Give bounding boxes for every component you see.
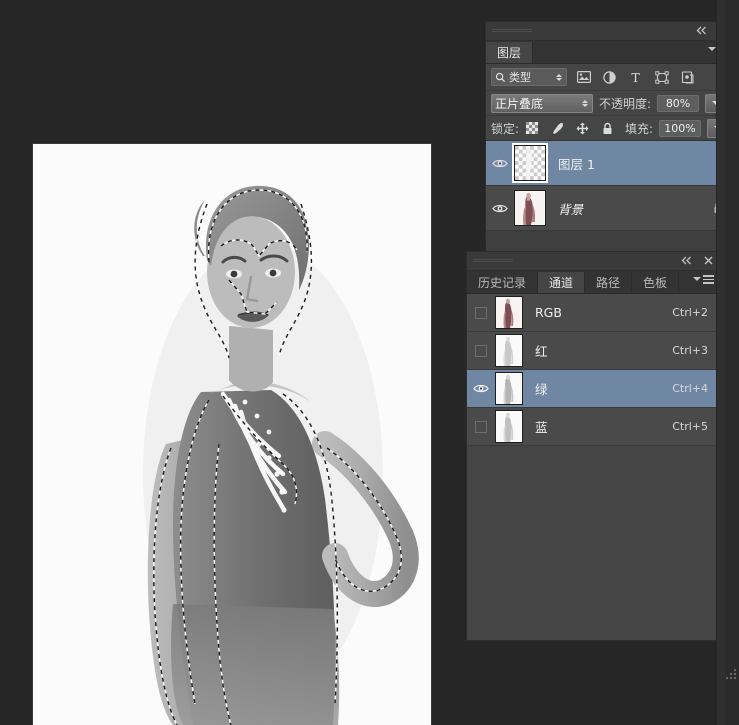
channels-panel-titlebar[interactable] bbox=[467, 252, 719, 271]
adjustment-layer-filter-icon[interactable] bbox=[602, 70, 617, 85]
rgb-composite-thumbnail bbox=[496, 297, 522, 328]
tab-swatches[interactable]: 色板 bbox=[632, 272, 680, 293]
right-dock-rail-inner bbox=[725, 0, 739, 725]
channel-shortcut: Ctrl+5 bbox=[672, 420, 708, 433]
eye-icon bbox=[473, 384, 489, 393]
fill-input[interactable]: 100% bbox=[659, 119, 701, 137]
table-row[interactable]: 图层 1 bbox=[486, 141, 734, 186]
green-channel-thumbnail bbox=[496, 373, 522, 404]
tab-layers[interactable]: 图层 bbox=[486, 42, 534, 63]
lock-image-pixels-icon[interactable] bbox=[550, 121, 564, 135]
layer-filter-type-select[interactable]: 类型 bbox=[491, 68, 567, 86]
checkbox-icon bbox=[475, 306, 487, 319]
layer-list: 图层 1 背景 bbox=[486, 141, 734, 261]
channel-thumbnail[interactable] bbox=[495, 334, 523, 367]
lock-label: 锁定: bbox=[491, 121, 520, 136]
table-row[interactable]: 绿 Ctrl+4 bbox=[467, 370, 719, 408]
channels-panel: 历史记录 通道 路径 色板 RGB Ctrl+2 红 Ctrl+3 绿 Ctrl… bbox=[467, 252, 719, 640]
channel-visibility-toggle[interactable] bbox=[467, 383, 495, 394]
panel-resize-grip[interactable] bbox=[724, 667, 736, 679]
fill-label: 填充: bbox=[624, 121, 653, 136]
channel-name: RGB bbox=[535, 305, 562, 320]
layer-thumbnail[interactable] bbox=[514, 190, 546, 226]
channel-shortcut: Ctrl+4 bbox=[672, 382, 708, 395]
blue-channel-thumbnail bbox=[496, 411, 522, 442]
search-icon bbox=[495, 72, 506, 82]
channel-thumbnail[interactable] bbox=[495, 410, 523, 443]
panel-drag-grip[interactable] bbox=[492, 29, 532, 33]
layer-visibility-toggle[interactable] bbox=[486, 158, 514, 169]
blend-mode-select[interactable]: 正片叠底 bbox=[491, 93, 593, 113]
right-dock-rail bbox=[716, 0, 739, 725]
channel-visibility-toggle[interactable] bbox=[467, 344, 495, 357]
hamburger-icon bbox=[703, 275, 714, 284]
layer-thumbnail[interactable] bbox=[512, 143, 548, 183]
channel-list: RGB Ctrl+2 红 Ctrl+3 绿 Ctrl+4 蓝 Ctrl+5 bbox=[467, 294, 719, 632]
eye-icon bbox=[492, 159, 508, 167]
channel-visibility-toggle[interactable] bbox=[467, 306, 495, 319]
layer-filter-icons: T bbox=[576, 70, 695, 85]
red-channel-thumbnail bbox=[496, 335, 522, 366]
tab-history[interactable]: 历史记录 bbox=[467, 272, 539, 293]
blend-mode-stepper-icon[interactable] bbox=[582, 99, 588, 107]
channel-name: 绿 bbox=[535, 382, 548, 397]
shape-layer-filter-icon[interactable] bbox=[654, 70, 669, 85]
channel-shortcut: Ctrl+3 bbox=[672, 344, 708, 357]
layer-filter-type-label: 类型 bbox=[509, 71, 531, 84]
table-row[interactable]: 背景 bbox=[486, 186, 734, 231]
lock-icon-group bbox=[525, 121, 614, 135]
eye-icon bbox=[492, 204, 508, 212]
close-icon[interactable] bbox=[702, 254, 715, 267]
table-row[interactable]: RGB Ctrl+2 bbox=[467, 294, 719, 332]
layer-name[interactable]: 图层 1 bbox=[558, 154, 734, 173]
blend-mode-value: 正片叠底 bbox=[495, 96, 544, 111]
layers-tabbar: 图层 bbox=[486, 41, 734, 64]
pixel-layer-filter-icon[interactable] bbox=[576, 70, 591, 85]
collapse-icon[interactable] bbox=[695, 24, 708, 37]
opacity-input[interactable]: 80% bbox=[657, 94, 700, 112]
layers-panel: 图层 类型 T 正片叠底 不透明度: 80% 锁定: 填充: 100% 图层 1… bbox=[486, 22, 734, 261]
tab-channels[interactable]: 通道 bbox=[538, 272, 586, 293]
channel-thumbnail[interactable] bbox=[495, 296, 523, 329]
lock-row: 锁定: 填充: 100% bbox=[486, 116, 734, 141]
blend-mode-row: 正片叠底 不透明度: 80% bbox=[486, 91, 734, 116]
panel-drag-grip[interactable] bbox=[473, 259, 513, 263]
photoshop-window: 图层 类型 T 正片叠底 不透明度: 80% 锁定: 填充: 100% 图层 1… bbox=[0, 0, 739, 725]
channel-visibility-toggle[interactable] bbox=[467, 420, 495, 433]
chevron-down-icon bbox=[708, 47, 716, 52]
chevron-down-icon bbox=[693, 277, 701, 282]
channel-shortcut: Ctrl+2 bbox=[672, 306, 708, 319]
type-layer-filter-icon[interactable]: T bbox=[628, 70, 643, 85]
layer-name[interactable]: 背景 bbox=[558, 199, 713, 218]
collapse-icon[interactable] bbox=[680, 254, 693, 267]
lock-all-icon[interactable] bbox=[600, 121, 614, 135]
layer-visibility-toggle[interactable] bbox=[486, 203, 514, 214]
layer-filter-row: 类型 T bbox=[486, 64, 734, 91]
channel-list-empty-area bbox=[467, 446, 719, 632]
channel-name: 蓝 bbox=[535, 420, 548, 435]
smart-object-filter-icon[interactable] bbox=[680, 70, 695, 85]
lock-position-icon[interactable] bbox=[575, 121, 589, 135]
channels-tabbar: 历史记录 通道 路径 色板 bbox=[467, 271, 719, 294]
filter-stepper-icon[interactable] bbox=[556, 73, 562, 81]
checkbox-icon bbox=[475, 344, 487, 357]
document-canvas[interactable] bbox=[33, 144, 431, 725]
background-layer-thumbnail bbox=[515, 191, 545, 225]
transparent-layer-thumbnail bbox=[515, 146, 545, 180]
channel-thumbnail[interactable] bbox=[495, 372, 523, 405]
channels-panel-menu-button[interactable] bbox=[693, 275, 714, 284]
table-row[interactable]: 红 Ctrl+3 bbox=[467, 332, 719, 370]
canvas-artwork bbox=[33, 144, 431, 725]
channel-name: 红 bbox=[535, 344, 548, 359]
lock-transparent-pixels-icon[interactable] bbox=[525, 121, 539, 135]
tab-paths[interactable]: 路径 bbox=[585, 272, 633, 293]
opacity-label: 不透明度: bbox=[599, 96, 652, 111]
svg-text:T: T bbox=[631, 71, 640, 84]
table-row[interactable]: 蓝 Ctrl+5 bbox=[467, 408, 719, 446]
checkbox-icon bbox=[475, 420, 487, 433]
layers-panel-titlebar[interactable] bbox=[486, 22, 734, 41]
